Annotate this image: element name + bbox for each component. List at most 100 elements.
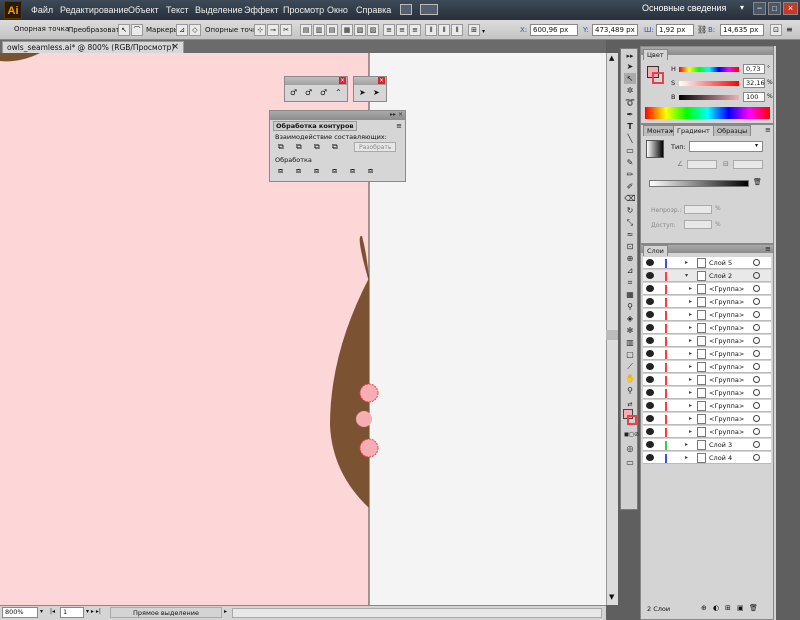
direct-selection-tool-icon[interactable]: ↖	[624, 73, 636, 84]
visibility-eye-icon[interactable]	[646, 272, 654, 279]
menu-object[interactable]: Объект	[128, 5, 159, 15]
menu-help[interactable]: Справка	[356, 5, 391, 15]
visibility-eye-icon[interactable]	[646, 428, 654, 435]
convert-corner-icon[interactable]: ↖	[118, 24, 130, 36]
visibility-eye-icon[interactable]	[646, 454, 654, 461]
expand-triangle-icon[interactable]: ▸	[685, 439, 688, 451]
expand-triangle-icon[interactable]: ▸	[689, 348, 692, 360]
layer-row[interactable]: ▸ <Группа>	[643, 296, 771, 308]
align-hcenter-icon[interactable]: ▥	[313, 24, 325, 36]
layer-row[interactable]: ▸ <Группа>	[643, 400, 771, 412]
visibility-eye-icon[interactable]	[646, 324, 654, 331]
magic-wand-icon[interactable]: ✲	[624, 85, 636, 96]
menu-window[interactable]: Окно	[327, 5, 348, 15]
connect-anchors-icon[interactable]: ⊸	[267, 24, 279, 36]
b-value[interactable]: 100	[743, 92, 765, 102]
height-field[interactable]: 14,635 px	[720, 24, 764, 36]
expand-triangle-icon[interactable]: ▸	[689, 309, 692, 321]
gradient-delete-stop-icon[interactable]: 🗑	[753, 178, 762, 186]
maximize-button[interactable]: □	[768, 2, 781, 15]
exclude-icon[interactable]: ⧉	[332, 142, 338, 152]
close-panel-icon[interactable]: ×	[378, 77, 385, 84]
workspace-dropdown-icon[interactable]: ▾	[740, 3, 744, 12]
horizontal-scrollbar[interactable]	[232, 608, 602, 618]
gradient-type-dropdown-icon[interactable]: ▾	[755, 142, 758, 149]
artboard-tool-icon[interactable]: ▢	[624, 349, 636, 360]
blob-brush-icon[interactable]: ✐	[624, 181, 636, 192]
pencil-tool-icon[interactable]: ✏	[624, 169, 636, 180]
s-slider[interactable]	[679, 81, 739, 86]
rectangle-tool-icon[interactable]: ▭	[624, 145, 636, 156]
convert-smooth-icon[interactable]: ⌒	[131, 24, 143, 36]
expand-button[interactable]: Разобрать	[354, 142, 397, 152]
draw-mode-icon[interactable]: ◎	[624, 443, 636, 454]
make-clipping-mask-icon[interactable]: ◐	[713, 604, 719, 612]
distribute-right-icon[interactable]: ⦀	[451, 24, 463, 36]
locate-object-icon[interactable]: ⊕	[701, 604, 707, 612]
align-to-dropdown-icon[interactable]: ▾	[482, 28, 485, 35]
new-layer-icon[interactable]: ▣	[737, 604, 744, 612]
close-window-button[interactable]: ×	[783, 2, 798, 15]
target-circle-icon[interactable]	[753, 454, 760, 461]
layer-row[interactable]: ▸ <Группа>	[643, 309, 771, 321]
divide-icon[interactable]: ⧈	[278, 166, 283, 176]
h-slider[interactable]	[679, 67, 739, 72]
status-menu-icon[interactable]: ▸	[224, 608, 227, 615]
pathfinder-tab[interactable]: Обработка контуров	[273, 121, 357, 131]
menu-edit[interactable]: Редактирование	[60, 5, 129, 15]
expand-triangle-icon[interactable]: ▸	[689, 361, 692, 373]
visibility-eye-icon[interactable]	[646, 415, 654, 422]
warp-tool-icon[interactable]: ≈	[624, 229, 636, 240]
rotate-tool-icon[interactable]: ↻	[624, 205, 636, 216]
layer-row[interactable]: ▸ <Группа>	[643, 413, 771, 425]
pen-tool-icon[interactable]: ♂	[290, 88, 297, 97]
outline-icon[interactable]: ⧈	[350, 166, 355, 176]
layers-tab[interactable]: Слои	[643, 245, 668, 256]
target-circle-icon[interactable]	[753, 259, 760, 266]
expand-triangle-icon[interactable]: ▸	[689, 400, 692, 412]
convert-anchor-icon[interactable]: ⌃	[335, 88, 342, 97]
add-anchor-icon[interactable]: ♂	[305, 88, 312, 97]
hand-tool-icon[interactable]: ✋	[624, 373, 636, 384]
target-circle-icon[interactable]	[753, 350, 760, 357]
eraser-tool-icon[interactable]: ⌫	[624, 193, 636, 204]
delete-anchor-icon[interactable]: ♂	[320, 88, 327, 97]
align-bottom-icon[interactable]: ▨	[367, 24, 379, 36]
panel-menu-icon[interactable]: ≡	[396, 122, 402, 130]
target-circle-icon[interactable]	[753, 272, 760, 279]
width-field[interactable]: 1,92 px	[656, 24, 694, 36]
perspective-grid-icon[interactable]: ⊿	[624, 265, 636, 276]
trim-icon[interactable]: ⧈	[296, 166, 301, 176]
intersect-icon[interactable]: ⧉	[314, 142, 320, 152]
swatches-tab[interactable]: Образцы	[713, 125, 752, 136]
first-artboard-icon[interactable]: |◂	[50, 608, 55, 615]
layer-row[interactable]: ▾ Слой 2	[643, 270, 771, 282]
lasso-tool-icon[interactable]: ➰	[624, 97, 636, 108]
workspace-switcher[interactable]: Основные сведения	[642, 3, 726, 13]
document-tab[interactable]: owls_seamless.ai* @ 800% (RGB/Просмотр) …	[2, 41, 184, 53]
layer-row[interactable]: ▸ <Группа>	[643, 387, 771, 399]
paintbrush-tool-icon[interactable]: ✎	[624, 157, 636, 168]
distribute-left-icon[interactable]: ⦀	[425, 24, 437, 36]
type-tool-icon[interactable]: T	[624, 121, 636, 132]
column-graph-icon[interactable]: ▥	[624, 337, 636, 348]
panel-close-icon[interactable]: ×	[398, 111, 403, 118]
unite-icon[interactable]: ⧉	[278, 142, 284, 152]
zoom-dropdown-icon[interactable]: ▾	[40, 608, 43, 615]
artboard-canvas[interactable]: × ♂ ♂ ♂ ⌃ × ➤ ➤ ▸▸ × Обработка контуров …	[0, 53, 606, 605]
expand-triangle-icon[interactable]: ▸	[689, 322, 692, 334]
visibility-eye-icon[interactable]	[646, 337, 654, 344]
color-stroke-swatch[interactable]	[652, 72, 664, 84]
target-circle-icon[interactable]	[753, 311, 760, 318]
arrange-documents-icon[interactable]	[420, 4, 438, 15]
color-tab[interactable]: Цвет	[643, 49, 668, 60]
scroll-up-icon[interactable]: ▲	[609, 54, 614, 62]
layer-row[interactable]: ▸ <Группа>	[643, 374, 771, 386]
color-spectrum[interactable]	[645, 107, 770, 119]
layer-row[interactable]: ▸ <Группа>	[643, 322, 771, 334]
gradient-type-select[interactable]	[689, 141, 763, 152]
target-circle-icon[interactable]	[753, 415, 760, 422]
shape-builder-icon[interactable]: ⊕	[624, 253, 636, 264]
target-circle-icon[interactable]	[753, 285, 760, 292]
minus-back-icon[interactable]: ⧈	[368, 166, 373, 176]
